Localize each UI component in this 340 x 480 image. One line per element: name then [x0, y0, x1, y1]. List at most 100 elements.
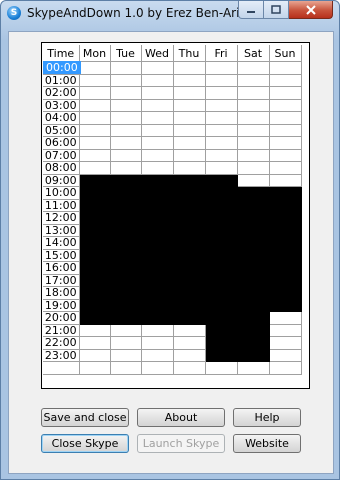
close-skype-button[interactable]: Close Skype	[41, 434, 129, 453]
schedule-cell[interactable]	[79, 136, 111, 150]
schedule-cell[interactable]	[269, 136, 302, 150]
schedule-cell-blocked[interactable]	[141, 261, 174, 275]
schedule-cell-blocked[interactable]	[269, 224, 302, 237]
schedule-cell[interactable]	[141, 99, 174, 112]
schedule-cell[interactable]	[110, 361, 142, 375]
schedule-cell[interactable]	[79, 149, 111, 162]
schedule-cell[interactable]	[205, 61, 238, 75]
schedule-cell-blocked[interactable]	[237, 274, 270, 287]
close-button[interactable]	[289, 1, 333, 19]
time-label-cell[interactable]: 19:00	[43, 299, 80, 312]
schedule-cell[interactable]	[173, 149, 206, 162]
schedule-cell[interactable]	[173, 86, 206, 100]
day-column-header[interactable]: Sat	[237, 45, 270, 62]
time-label-cell[interactable]: 17:00	[43, 274, 80, 287]
schedule-cell[interactable]	[173, 61, 206, 75]
schedule-cell-blocked[interactable]	[237, 286, 270, 300]
schedule-cell[interactable]	[173, 336, 206, 350]
schedule-cell-blocked[interactable]	[237, 236, 270, 250]
schedule-cell[interactable]	[141, 74, 174, 87]
schedule-cell[interactable]	[237, 136, 270, 150]
schedule-cell[interactable]	[173, 99, 206, 112]
schedule-cell[interactable]	[173, 136, 206, 150]
schedule-cell[interactable]	[110, 86, 142, 100]
save-and-close-button[interactable]: Save and close	[41, 408, 129, 427]
schedule-cell-blocked[interactable]	[173, 299, 206, 312]
schedule-cell[interactable]	[141, 336, 174, 350]
schedule-cell-blocked[interactable]	[205, 199, 238, 212]
schedule-cell[interactable]	[79, 61, 111, 75]
schedule-cell[interactable]	[173, 124, 206, 137]
website-button[interactable]: Website	[233, 434, 301, 453]
schedule-cell[interactable]	[205, 361, 238, 375]
schedule-cell[interactable]	[141, 361, 174, 375]
schedule-cell[interactable]	[269, 99, 302, 112]
schedule-cell-blocked[interactable]	[141, 199, 174, 212]
schedule-cell-blocked[interactable]	[237, 224, 270, 237]
schedule-cell[interactable]	[269, 61, 302, 75]
schedule-grid[interactable]: Time Mon Tue Wed Thu Fri Sat Sun 00:00 01:00 02:0…	[41, 42, 310, 389]
schedule-cell[interactable]	[173, 361, 206, 375]
schedule-cell-blocked[interactable]	[79, 224, 111, 237]
schedule-cell-blocked[interactable]	[110, 236, 142, 250]
schedule-cell[interactable]	[269, 161, 302, 175]
schedule-cell-blocked[interactable]	[79, 311, 111, 325]
schedule-cell[interactable]	[79, 336, 111, 350]
schedule-cell-blocked[interactable]	[205, 349, 238, 362]
time-label-cell[interactable]: 20:00	[43, 311, 80, 325]
schedule-cell-blocked[interactable]	[141, 286, 174, 300]
schedule-cell-blocked[interactable]	[269, 211, 302, 225]
schedule-cell[interactable]	[79, 361, 111, 375]
schedule-cell-blocked[interactable]	[269, 299, 302, 312]
time-label-cell[interactable]: 23:00	[43, 349, 80, 362]
schedule-cell-blocked[interactable]	[269, 236, 302, 250]
time-label-cell[interactable]: 06:00	[43, 136, 80, 150]
schedule-cell[interactable]	[205, 74, 238, 87]
schedule-cell[interactable]	[79, 349, 111, 362]
schedule-cell-blocked[interactable]	[141, 174, 174, 187]
time-label-cell[interactable]: 14:00	[43, 236, 80, 250]
schedule-cell-blocked[interactable]	[173, 199, 206, 212]
schedule-cell[interactable]	[110, 324, 142, 337]
minimize-button[interactable]	[238, 1, 264, 19]
schedule-cell-blocked[interactable]	[237, 249, 270, 262]
schedule-cell[interactable]	[79, 74, 111, 87]
time-label-cell[interactable]: 22:00	[43, 336, 80, 350]
schedule-cell-blocked[interactable]	[269, 261, 302, 275]
schedule-cell-blocked[interactable]	[141, 236, 174, 250]
schedule-cell-blocked[interactable]	[110, 261, 142, 275]
day-column-header[interactable]: Tue	[110, 45, 142, 62]
time-label-cell[interactable]: 07:00	[43, 149, 80, 162]
schedule-cell-blocked[interactable]	[205, 186, 238, 200]
schedule-cell-blocked[interactable]	[141, 211, 174, 225]
schedule-cell[interactable]	[237, 99, 270, 112]
schedule-cell-blocked[interactable]	[110, 311, 142, 325]
time-label-cell[interactable]: 21:00	[43, 324, 80, 337]
schedule-cell-blocked[interactable]	[237, 199, 270, 212]
maximize-button[interactable]	[264, 1, 289, 19]
time-label-cell[interactable]: 02:00	[43, 86, 80, 100]
schedule-cell[interactable]	[141, 136, 174, 150]
schedule-cell-blocked[interactable]	[173, 174, 206, 187]
launch-skype-button[interactable]: Launch Skype	[137, 434, 225, 453]
schedule-cell[interactable]	[237, 149, 270, 162]
schedule-cell[interactable]	[205, 136, 238, 150]
schedule-cell[interactable]	[237, 61, 270, 75]
time-label-cell[interactable]: 12:00	[43, 211, 80, 225]
schedule-cell-blocked[interactable]	[110, 186, 142, 200]
schedule-cell-blocked[interactable]	[269, 186, 302, 200]
schedule-cell-blocked[interactable]	[79, 236, 111, 250]
schedule-cell-blocked[interactable]	[205, 286, 238, 300]
schedule-cell[interactable]	[110, 111, 142, 125]
time-label-cell[interactable]	[43, 361, 80, 375]
schedule-cell-blocked[interactable]	[79, 249, 111, 262]
schedule-cell[interactable]	[269, 174, 302, 187]
schedule-cell[interactable]	[205, 111, 238, 125]
schedule-cell-blocked[interactable]	[205, 249, 238, 262]
schedule-cell[interactable]	[269, 361, 302, 375]
schedule-cell-blocked[interactable]	[205, 224, 238, 237]
schedule-cell-blocked[interactable]	[237, 336, 270, 350]
day-column-header[interactable]: Thu	[173, 45, 206, 62]
schedule-cell[interactable]	[237, 124, 270, 137]
schedule-cell[interactable]	[205, 124, 238, 137]
